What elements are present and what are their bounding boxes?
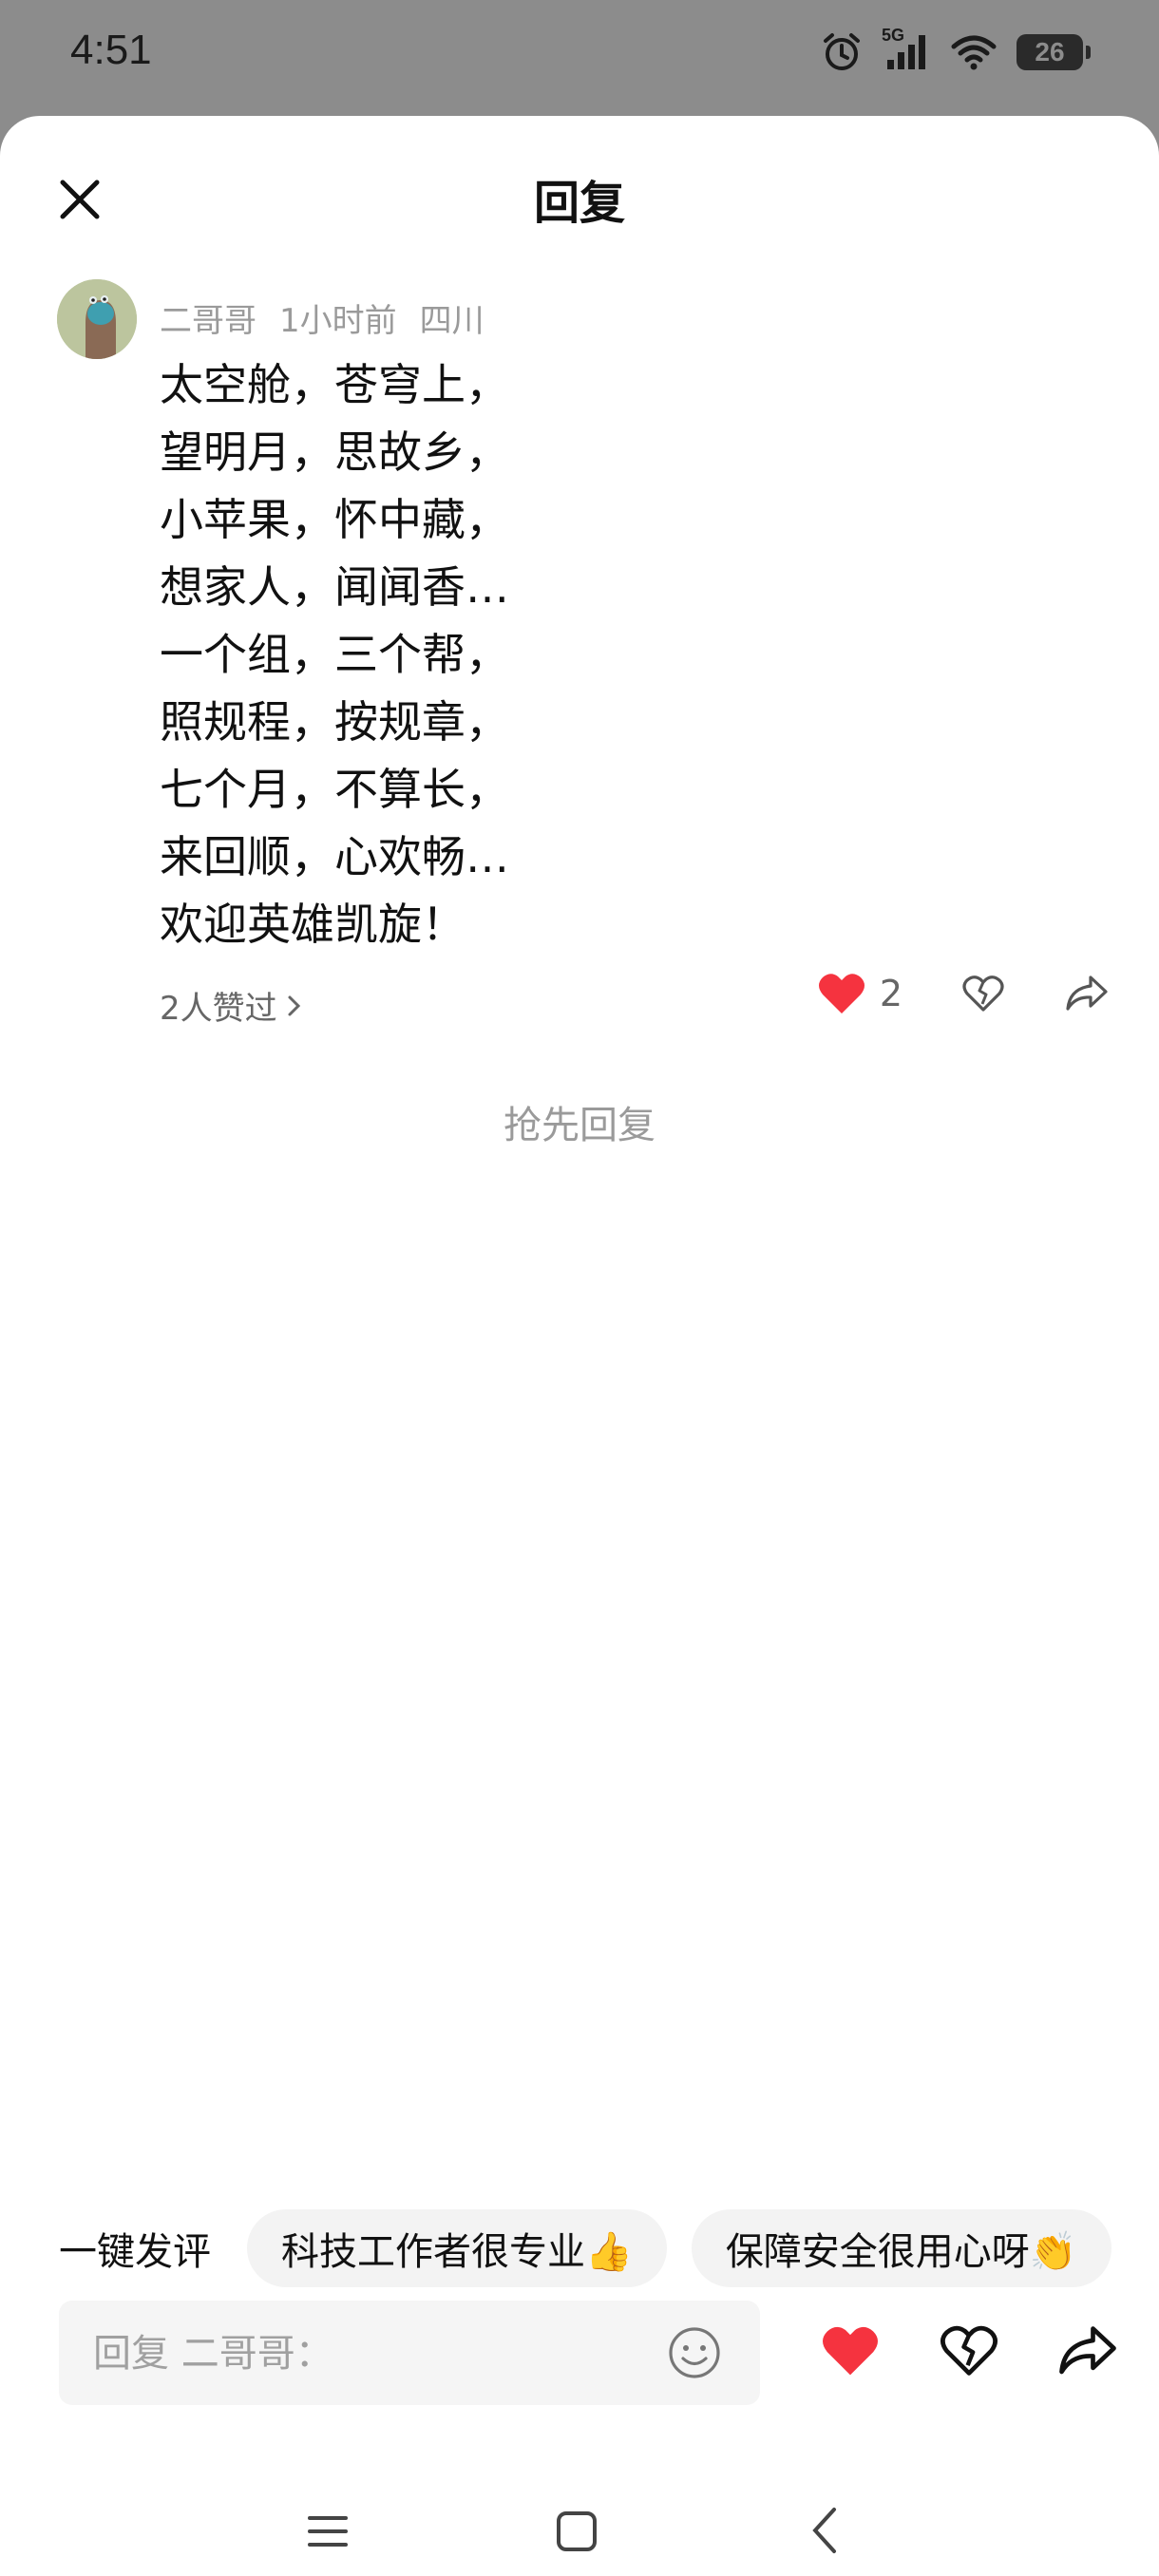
home-icon <box>557 2511 597 2551</box>
status-icons: 5G 26 <box>821 26 1091 76</box>
comment-body: 太空舱，苍穹上， 望明月，思故乡， 小苹果，怀中藏， 想家人，闻闻香… 一个组，… <box>160 351 509 958</box>
comment-line: 七个月，不算长， <box>160 764 509 815</box>
status-time: 4:51 <box>70 27 152 73</box>
heart-icon <box>823 2326 878 2376</box>
broken-heart-icon <box>962 975 1004 1012</box>
menu-icon <box>308 2516 348 2547</box>
comment-line: 想家人，闻闻香… <box>160 561 509 613</box>
dislike-button[interactable] <box>961 974 1005 1013</box>
author-name[interactable]: 二哥哥 <box>160 294 256 341</box>
battery-indicator: 26 <box>1016 34 1091 70</box>
likers-text: 2人赞过 <box>160 990 277 1028</box>
share-icon <box>1059 2326 1116 2375</box>
reply-input-container <box>59 2301 760 2407</box>
quick-comment-chip[interactable]: 科技工作者很专业👍 <box>247 2209 667 2287</box>
signal-indicator: 5G <box>882 26 931 73</box>
recent-apps-button[interactable] <box>306 2510 350 2557</box>
comment-line: 照规程，按规章， <box>160 696 509 748</box>
sheet-header: 回复 <box>0 116 1159 268</box>
comment-line: 一个组，三个帮， <box>160 629 509 680</box>
emoji-button[interactable] <box>667 2325 722 2380</box>
share-button[interactable] <box>1064 974 1110 1013</box>
comment-line: 来回顺，心欢畅… <box>160 831 509 882</box>
broken-heart-icon <box>940 2325 998 2376</box>
home-button[interactable] <box>555 2510 598 2557</box>
system-nav-bar <box>0 2491 1159 2576</box>
signal-icon <box>887 35 925 69</box>
empty-state-text: 抢先回复 <box>504 1104 656 1147</box>
composer-actions <box>817 2318 1121 2384</box>
alarm-icon <box>824 33 860 70</box>
reply-sheet: 回复 二哥哥 1小时前 四川 太空舱，苍穹上， 望明月，思故乡， 小苹果，怀中藏… <box>0 116 1159 2576</box>
like-button[interactable]: 2 <box>817 971 902 1016</box>
comment-meta: 二哥哥 1小时前 四川 <box>160 294 484 341</box>
avatar[interactable] <box>57 279 137 359</box>
quick-comment-row: 一键发评 科技工作者很专业👍 保障安全很用心呀👏 <box>0 2206 1159 2291</box>
bottom-like-button[interactable] <box>817 2318 884 2384</box>
comment-line: 欢迎英雄凯旋！ <box>160 899 466 950</box>
comment-time: 1小时前 <box>279 302 397 340</box>
emoji-icon <box>669 2327 720 2378</box>
quick-comment-label: 一键发评 <box>59 2230 211 2274</box>
page-title: 回复 <box>533 177 625 230</box>
reply-input[interactable] <box>91 2301 646 2407</box>
avatar-image <box>57 279 137 359</box>
comment-actions: 2 <box>817 971 1110 1016</box>
comment-location: 四川 <box>419 302 484 340</box>
back-icon <box>812 2508 836 2553</box>
bottom-dislike-button[interactable] <box>936 2318 1002 2384</box>
like-count: 2 <box>879 973 902 1014</box>
wifi-icon <box>951 35 997 70</box>
quick-comment-chip[interactable]: 保障安全很用心呀👏 <box>691 2209 1112 2287</box>
comment-line: 太空舱，苍穹上， <box>160 359 509 410</box>
bottom-share-button[interactable] <box>1054 2318 1121 2384</box>
chevron-right-icon <box>288 995 300 1015</box>
status-bar: 4:51 5G 26 <box>0 0 1159 114</box>
comment-line: 望明月，思故乡， <box>160 426 509 478</box>
back-button[interactable] <box>806 2504 844 2561</box>
heart-icon <box>818 974 864 1013</box>
share-icon <box>1066 975 1108 1011</box>
likers-link[interactable]: 2人赞过 <box>160 982 304 1029</box>
comment-line: 小苹果，怀中藏， <box>160 494 509 545</box>
